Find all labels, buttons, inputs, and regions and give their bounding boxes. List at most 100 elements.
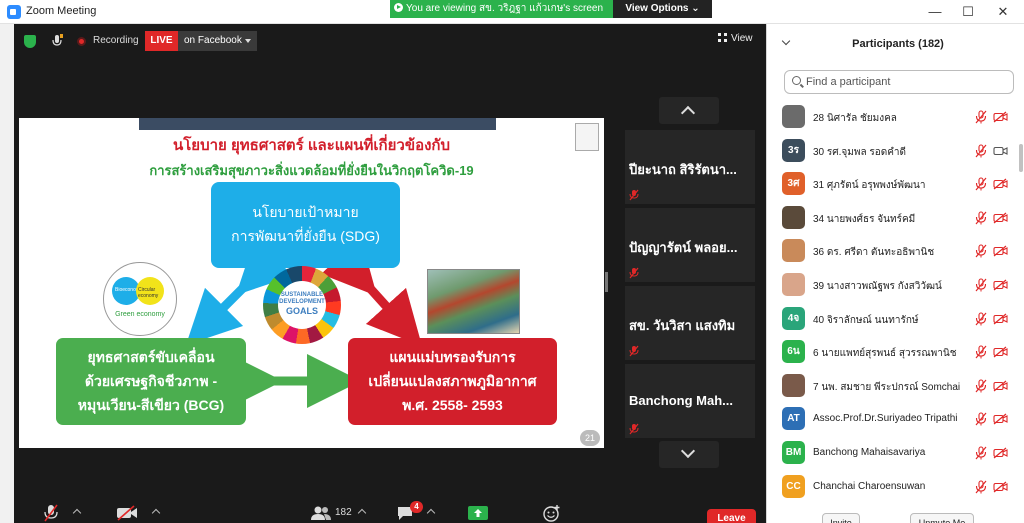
start-video-button[interactable] <box>116 505 138 521</box>
mic-muted-icon[interactable] <box>975 312 987 326</box>
sdg-box-line2: การพัฒนาที่ยั่งยืน (SDG) <box>231 228 380 244</box>
participant-row[interactable]: 6น 6 นายแพทย์สุรพนธ์ สุวรรณพานิช <box>767 335 1017 369</box>
maximize-button[interactable]: ☐ <box>953 3 983 21</box>
participant-row[interactable]: CC Chanchai Charoensuwan <box>767 470 1017 504</box>
scroll-down-button[interactable] <box>659 441 719 468</box>
participant-row[interactable]: AT Assoc.Prof.Dr.Suriyadeo Tripathi <box>767 402 1017 436</box>
avatar: BM <box>782 440 805 464</box>
avatar <box>782 105 805 128</box>
mic-muted-icon[interactable] <box>975 110 987 124</box>
security-shield-icon[interactable] <box>24 35 36 48</box>
leave-button[interactable]: Leave <box>707 509 756 523</box>
mic-muted-icon[interactable] <box>975 345 987 359</box>
avatar: 3ศ <box>782 172 805 196</box>
participants-button[interactable] <box>311 505 331 521</box>
participant-row[interactable]: 3ศ 31 ศุภรัตน์ อรุพพงษ์พัฒนา <box>767 167 1017 201</box>
minimize-button[interactable]: — <box>920 3 950 21</box>
video-on-icon[interactable] <box>993 145 1008 157</box>
view-label: View <box>731 33 753 44</box>
zoom-app: Zoom Meeting You are viewing สข. วริฎฐา … <box>0 0 1024 523</box>
grid-icon <box>718 33 727 42</box>
title-bar: Zoom Meeting You are viewing สข. วริฎฐา … <box>0 0 1024 24</box>
video-off-icon[interactable] <box>993 212 1008 224</box>
video-off-icon[interactable] <box>993 279 1008 291</box>
mic-muted-icon <box>629 345 639 357</box>
mic-muted-icon <box>629 423 639 435</box>
window-title: Zoom Meeting <box>26 5 97 17</box>
participant-row[interactable]: 3ร 30 รศ.จุมพล รอดคำดี <box>767 134 1017 168</box>
avatar: 3ร <box>782 138 805 162</box>
mic-muted-icon[interactable] <box>975 177 987 191</box>
participant-name: Chanchai Charoensuwan <box>813 480 926 492</box>
split-handle[interactable] <box>605 272 608 292</box>
video-off-icon[interactable] <box>993 313 1008 325</box>
climate-plan-box: แผนแม่บทรองรับการ เปลี่ยนแปลงสภาพภูมิอาก… <box>348 338 557 425</box>
mic-muted-icon[interactable] <box>975 412 987 426</box>
arrow-blue <box>185 237 294 346</box>
video-off-icon[interactable] <box>993 111 1008 123</box>
mic-muted-icon[interactable] <box>975 278 987 292</box>
video-off-icon[interactable] <box>993 346 1008 358</box>
mic-muted-icon[interactable] <box>975 211 987 225</box>
video-tile[interactable]: ปัญญารัตน์ พลอย... <box>625 208 755 282</box>
bcg-box-line2: ด้วยเศรษฐกิจชีวภาพ - <box>84 373 218 389</box>
view-options-button[interactable]: View Options ⌄ <box>613 0 712 18</box>
participants-scrollbar[interactable] <box>1019 144 1023 172</box>
video-off-icon[interactable] <box>993 245 1008 257</box>
participant-row[interactable]: 39 นางสาวพณัฐพร กังสวิวัฒน์ <box>767 268 1017 302</box>
reactions-button[interactable] <box>543 504 561 522</box>
view-button[interactable]: View <box>718 33 753 44</box>
participant-row[interactable]: 28 นิศารัล ชัยมงคล <box>767 100 1017 134</box>
bcg-box-line1: ยุทธศาสตร์ขับเคลื่อน <box>87 349 215 365</box>
close-button[interactable]: ✕ <box>988 3 1018 21</box>
viewing-screen-banner: You are viewing สข. วริฎฐา แก้วเกษ's scr… <box>390 0 613 18</box>
mic-muted-icon[interactable] <box>975 244 987 258</box>
slide-page-number: 21 <box>580 430 600 446</box>
participant-row[interactable]: BM Banchong Mahaisavariya <box>767 436 1017 470</box>
video-off-icon[interactable] <box>993 380 1008 392</box>
share-screen-button[interactable] <box>468 506 488 520</box>
bcg-strategy-box: ยุทธศาสตร์ขับเคลื่อน ด้วยเศรษฐกิจชีวภาพ … <box>56 338 246 425</box>
participant-row[interactable]: 7 นพ. สมชาย พีระปกรณ์ Somchai ... <box>767 369 1017 403</box>
shared-screen-slide: นโยบาย ยุทธศาสตร์ และแผนที่เกี่ยวข้องกับ… <box>19 118 604 448</box>
participant-name: 39 นางสาวพณัฐพร กังสวิวัฒน์ <box>813 280 942 292</box>
video-off-icon[interactable] <box>993 447 1008 459</box>
video-tile[interactable]: สข. วันวิสา แสงทิม <box>625 286 755 360</box>
on-facebook-dropdown[interactable]: on Facebook <box>178 31 257 51</box>
mic-muted-icon <box>629 267 639 279</box>
chevron-down-icon <box>680 443 696 459</box>
participant-name: 31 ศุภรัตน์ อรุพพงษ์พัฒนา <box>813 180 926 192</box>
video-off-icon[interactable] <box>993 413 1008 425</box>
participant-search-input[interactable] <box>806 74 1006 90</box>
invite-button[interactable]: Invite <box>822 513 860 523</box>
scroll-up-button[interactable] <box>659 97 719 124</box>
avatar: 4จ <box>782 306 805 330</box>
mic-muted-icon[interactable] <box>975 446 987 460</box>
climate-box-line3: พ.ศ. 2558- 2593 <box>402 397 503 413</box>
video-off-icon[interactable] <box>993 178 1008 190</box>
mic-muted-icon[interactable] <box>975 479 987 494</box>
mic-muted-icon[interactable] <box>975 379 987 393</box>
video-tile[interactable]: ปียะนาถ สิริรัตนา... <box>625 130 755 204</box>
unmute-me-button[interactable]: Unmute Me <box>910 513 974 523</box>
zoom-logo-icon <box>7 5 21 19</box>
mute-button[interactable] <box>43 503 59 523</box>
participant-row[interactable]: 4จ 40 จิราลักษณ์ นนทารักษ์ <box>767 302 1017 336</box>
video-tile-name: สข. วันวิสา แสงทิม <box>629 318 736 333</box>
share-screen-icon <box>394 3 403 12</box>
recording-label[interactable]: Recording <box>93 35 139 46</box>
participant-search[interactable] <box>784 70 1014 94</box>
video-off-icon[interactable] <box>993 481 1008 493</box>
climate-box-line2: เปลี่ยนแปลงสภาพภูมิอากาศ <box>368 373 537 389</box>
left-edge <box>0 24 14 523</box>
participant-row[interactable]: 34 นายพงศ์ธร จันทร์คมี <box>767 201 1017 235</box>
green-economy-label: Green economy <box>115 311 165 318</box>
viewing-text: You are viewing สข. วริฎฐา แก้วเกษ's scr… <box>406 3 604 14</box>
participants-count[interactable]: 182 <box>335 507 352 518</box>
participant-row[interactable]: 36 ดร. ศรีดา ตันทะอธิพานิช <box>767 234 1017 268</box>
sdg-logo-line1: SUSTAINABLE <box>280 292 324 298</box>
mic-muted-icon[interactable] <box>975 144 987 158</box>
circular-economy-label: Circular economy <box>136 277 164 305</box>
video-tile[interactable]: Banchong Mah... <box>625 364 755 438</box>
participants-panel: Participants (182) 28 นิศารัล ชัยมงคล3ร3… <box>766 24 1024 523</box>
